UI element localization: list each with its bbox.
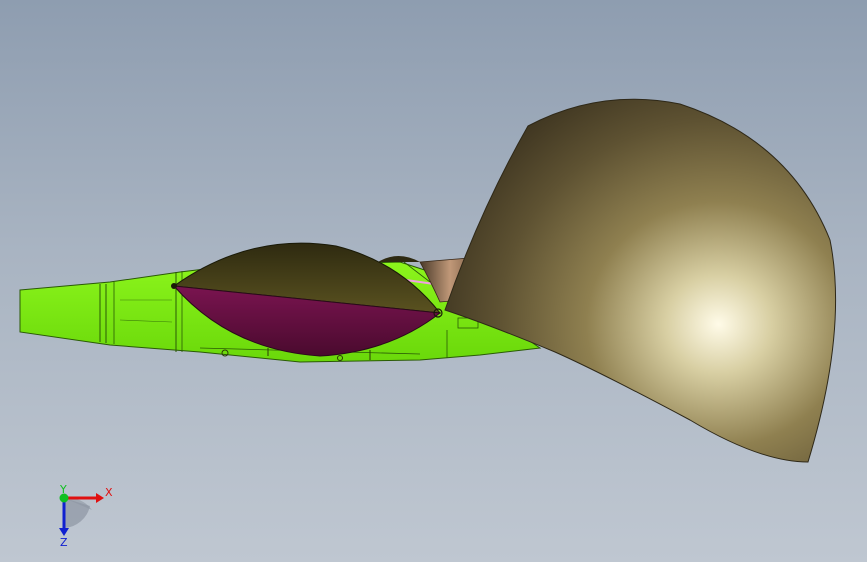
x-axis-arrowhead [96,493,104,503]
axis-triad: X Y Z [59,483,113,549]
antenna-fairing [378,256,420,262]
y-axis-label: Y [59,483,67,496]
3d-viewport[interactable]: X Y Z [0,0,867,562]
z-axis-arrowhead [59,528,69,536]
shell-surface[interactable] [444,98,837,463]
x-axis-label: X [105,486,113,499]
z-axis-label: Z [60,536,68,549]
model-scene[interactable] [0,0,867,562]
